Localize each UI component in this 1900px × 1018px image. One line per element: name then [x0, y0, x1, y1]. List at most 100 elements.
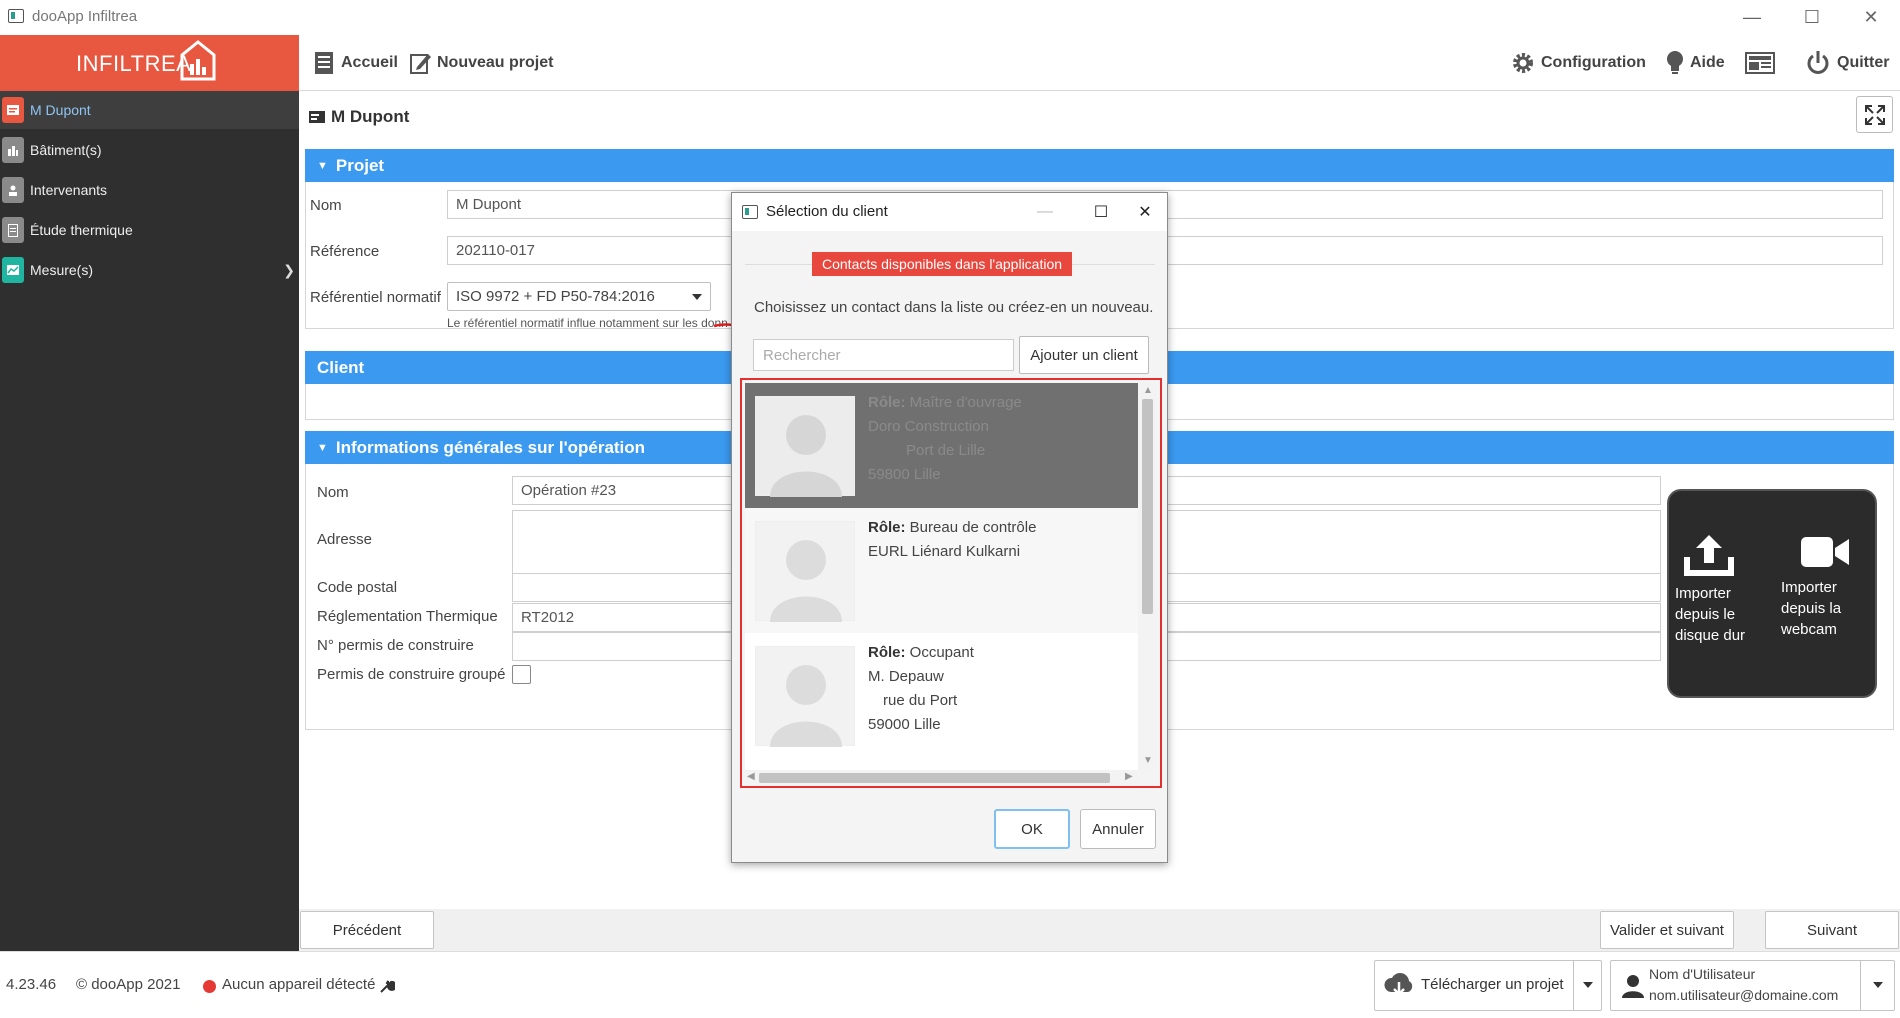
permis-label: N° permis de construire	[317, 637, 474, 654]
chevron-down-icon	[692, 294, 702, 300]
role-label: Rôle:	[868, 644, 906, 661]
video-camera-icon	[1801, 537, 1849, 567]
contact-list-item[interactable]: Rôle: Bureau de contrôle EURL Liénard Ku…	[745, 508, 1138, 633]
sidebar-item-etude-thermique[interactable]: Étude thermique	[0, 211, 299, 249]
user-menu-button[interactable]: Nom d'Utilisateur nom.utilisateur@domain…	[1610, 960, 1895, 1011]
help-button[interactable]: Aide	[1666, 49, 1725, 77]
upload-icon	[1684, 535, 1734, 576]
reglementation-label: Réglementation Thermique	[317, 608, 498, 625]
app-icon	[742, 205, 758, 219]
avatar-placeholder-icon	[755, 396, 855, 497]
building-icon	[2, 137, 24, 163]
collapse-triangle-icon: ▼	[317, 441, 328, 454]
sidebar-item-intervenants[interactable]: Intervenants	[0, 171, 299, 209]
contact-details: Rôle: Occupant M. Depauw rue du Port 590…	[868, 641, 974, 737]
collapse-triangle-icon: ▼	[317, 159, 328, 172]
scroll-thumb[interactable]	[759, 773, 1110, 783]
add-client-button[interactable]: Ajouter un client	[1019, 336, 1149, 374]
sidebar-item-label: Étude thermique	[30, 222, 133, 238]
scroll-up-icon[interactable]: ▲	[1143, 385, 1153, 396]
chevron-down-icon[interactable]	[1583, 982, 1593, 988]
download-project-button[interactable]: Télécharger un projet	[1374, 960, 1602, 1011]
operation-nom-label: Nom	[317, 484, 349, 501]
avatar-placeholder-icon	[755, 646, 855, 747]
page-title-text: M Dupont	[331, 107, 410, 126]
minimize-button[interactable]: —	[1723, 0, 1781, 34]
dialog-close-button[interactable]: ✕	[1122, 193, 1168, 231]
previous-button[interactable]: Précédent	[300, 911, 434, 949]
device-status-text: Aucun appareil détecté	[222, 976, 376, 993]
home-button[interactable]: Accueil	[313, 49, 398, 77]
contact-name: M. Depauw	[868, 668, 944, 685]
code-postal-label: Code postal	[317, 579, 398, 596]
download-project-label: Télécharger un projet	[1421, 976, 1564, 993]
top-navigation: INFILTREA Accueil Nouveau projet Configu…	[0, 35, 1900, 91]
measure-icon	[2, 257, 24, 283]
device-status-dot	[203, 980, 216, 993]
quit-button[interactable]: Quitter	[1805, 49, 1889, 77]
sidebar-item-mesures[interactable]: Mesure(s) ❯	[0, 251, 299, 289]
contact-street: Port de Lille	[906, 442, 986, 459]
sidebar-item-label: M Dupont	[30, 102, 91, 118]
chevron-down-icon[interactable]	[1873, 982, 1883, 988]
referentiel-label: Référentiel normatif	[310, 289, 441, 306]
help-label: Aide	[1690, 54, 1725, 71]
gear-icon	[1513, 53, 1533, 73]
validate-next-button[interactable]: Valider et suivant	[1600, 911, 1734, 949]
document-icon	[2, 217, 24, 243]
contact-list-item[interactable]: Rôle: Maître d'ouvrage Doro Construction…	[745, 383, 1138, 508]
scroll-thumb[interactable]	[1142, 399, 1153, 614]
client-selection-dialog: Sélection du client — ☐ ✕ Contacts dispo…	[731, 192, 1168, 863]
horizontal-scrollbar[interactable]: ◀ ▶	[745, 770, 1138, 785]
contact-role: Bureau de contrôle	[909, 519, 1037, 536]
dialog-maximize-button[interactable]: ☐	[1078, 193, 1124, 231]
section-title: Informations générales sur l'opération	[335, 437, 646, 457]
fullscreen-button[interactable]	[1856, 96, 1893, 133]
search-input[interactable]: Rechercher	[753, 339, 1014, 371]
newspaper-icon	[1745, 52, 1775, 74]
close-window-button[interactable]: ✕	[1842, 0, 1900, 34]
adresse-label: Adresse	[317, 531, 373, 548]
quit-label: Quitter	[1837, 54, 1890, 71]
scroll-down-icon[interactable]: ▼	[1143, 755, 1153, 766]
scroll-left-icon[interactable]: ◀	[747, 771, 755, 782]
dialog-minimize-button[interactable]: —	[1022, 193, 1068, 231]
cancel-button[interactable]: Annuler	[1080, 809, 1156, 849]
contact-details: Rôle: Bureau de contrôle EURL Liénard Ku…	[868, 516, 1036, 564]
reference-label: Référence	[310, 243, 380, 260]
house-chart-icon	[180, 40, 216, 81]
new-project-button[interactable]: Nouveau projet	[409, 49, 553, 77]
contact-list-item[interactable]: Rôle: Occupant M. Depauw rue du Port 590…	[745, 633, 1138, 758]
referentiel-hint: Le référentiel normatif influe notamment…	[447, 316, 728, 330]
section-title: Projet	[335, 155, 385, 175]
sidebar-item-project[interactable]: M Dupont	[0, 91, 299, 129]
contact-city: 59800 Lille	[868, 466, 941, 483]
referentiel-select[interactable]: ISO 9972 + FD P50-784:2016	[447, 282, 711, 311]
next-button[interactable]: Suivant	[1765, 911, 1899, 949]
scroll-right-icon[interactable]: ▶	[1125, 771, 1133, 782]
contact-city: 59000 Lille	[868, 716, 941, 733]
configuration-button[interactable]: Configuration	[1511, 49, 1646, 77]
edit-icon	[410, 54, 431, 74]
lightbulb-icon	[1667, 51, 1683, 74]
permis-groupe-checkbox[interactable]	[512, 665, 531, 684]
wrench-icon[interactable]	[379, 978, 395, 994]
nom-label: Nom	[310, 197, 342, 214]
photo-import-panel: Importer depuis le disque dur Importer d…	[1667, 489, 1877, 698]
news-button[interactable]	[1745, 49, 1781, 77]
section-projet-header[interactable]: ▼ Projet	[305, 149, 1894, 182]
project-card-icon	[309, 111, 325, 123]
contact-role: Occupant	[909, 644, 974, 661]
import-disk-button[interactable]: Importer depuis le disque dur	[1675, 533, 1775, 646]
vertical-scrollbar[interactable]: ▲ ▼	[1138, 383, 1157, 770]
user-name: Nom d'Utilisateur	[1649, 966, 1756, 982]
ok-button[interactable]: OK	[994, 809, 1070, 849]
dialog-instruction: Choisissez un contact dans la liste ou c…	[754, 299, 1154, 316]
chevron-right-icon: ❯	[283, 262, 295, 278]
maximize-button[interactable]: ☐	[1783, 0, 1841, 34]
expand-icon	[1864, 104, 1885, 125]
contact-list[interactable]: Rôle: Maître d'ouvrage Doro Construction…	[745, 383, 1138, 770]
power-icon	[1807, 51, 1829, 74]
import-webcam-button[interactable]: Importer depuis la webcam	[1781, 533, 1881, 640]
sidebar-item-batiments[interactable]: Bâtiment(s)	[0, 131, 299, 169]
